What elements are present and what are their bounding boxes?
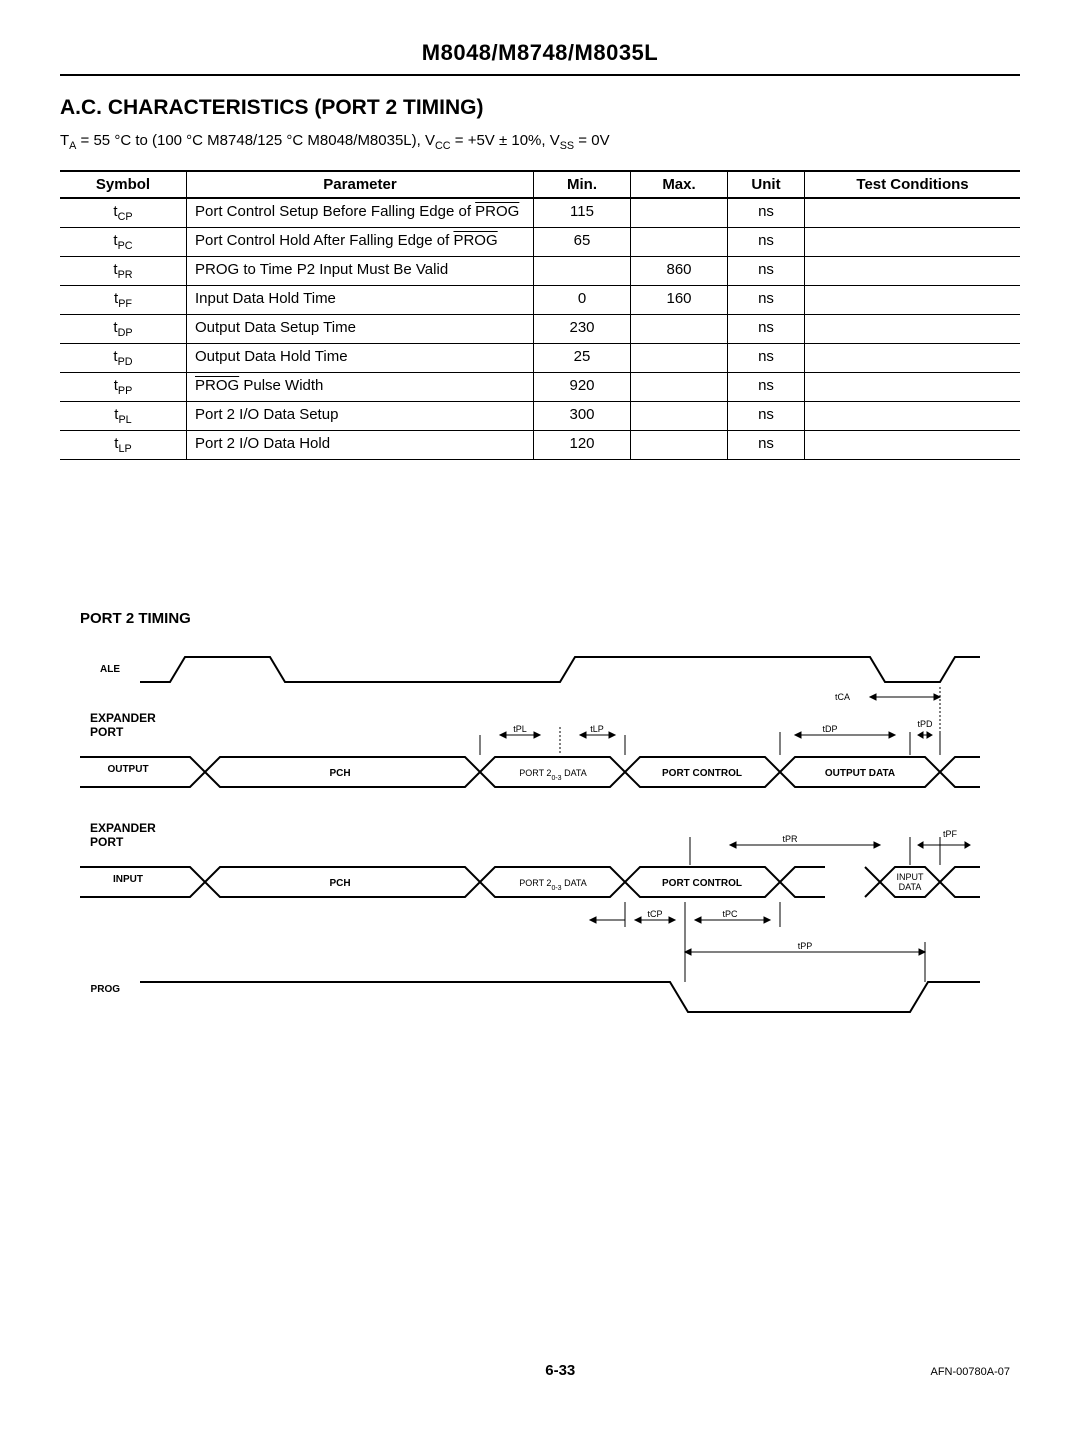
conditions-line: TA = 55 °C to (100 °C M8748/125 °C M8048…	[60, 132, 1020, 152]
section-title: A.C. CHARACTERISTICS (PORT 2 TIMING)	[60, 96, 1020, 120]
col-symbol: Symbol	[60, 171, 187, 198]
table-row: tLPPort 2 I/O Data Hold120ns	[60, 431, 1020, 460]
col-min: Min.	[534, 171, 631, 198]
bus-id-in: INPUT	[897, 872, 925, 882]
bus-port20-in: PORT 20-3 DATA	[519, 878, 586, 892]
divider	[60, 74, 1020, 76]
doc-id: AFN-00780A-07	[931, 1366, 1011, 1378]
bus-port20-out: PORT 20-3 DATA	[519, 768, 586, 782]
label-tcp: tCP	[647, 909, 662, 919]
table-row: tPLPort 2 I/O Data Setup300ns	[60, 402, 1020, 431]
label-expander1b: PORT	[90, 725, 124, 739]
label-tpl: tPL	[513, 724, 527, 734]
bus-pc-out: PORT CONTROL	[662, 768, 742, 779]
col-parameter: Parameter	[187, 171, 534, 198]
table-row: tPFInput Data Hold Time0160ns	[60, 286, 1020, 315]
label-tpc: tPC	[722, 909, 738, 919]
label-prog: PROG	[91, 984, 121, 995]
label-tlp: tLP	[590, 724, 604, 734]
col-max: Max.	[631, 171, 728, 198]
table-row: tPRPROG to Time P2 Input Must Be Valid86…	[60, 257, 1020, 286]
label-tpp: tPP	[798, 941, 813, 951]
col-test: Test Conditions	[805, 171, 1021, 198]
bus-pc-in: PORT CONTROL	[662, 878, 742, 889]
table-row: tPDOutput Data Hold Time25ns	[60, 344, 1020, 373]
label-tca: tCA	[835, 692, 850, 702]
label-input: INPUT	[113, 874, 143, 885]
bus-pch-in: PCH	[329, 878, 350, 889]
table-row: tPPPROG Pulse Width920ns	[60, 373, 1020, 402]
part-title: M8048/M8748/M8035L	[60, 40, 1020, 66]
label-expander2a: EXPANDER	[90, 821, 156, 835]
table-row: tCPPort Control Setup Before Falling Edg…	[60, 198, 1020, 228]
timing-diagram: ALE tCA EXPANDER PORT OUTPUT	[70, 637, 1020, 1042]
label-expander2b: PORT	[90, 835, 124, 849]
page-number: 6-33	[190, 1362, 931, 1379]
label-output: OUTPUT	[107, 764, 148, 775]
bus-od-out: OUTPUT DATA	[825, 768, 895, 779]
table-header-row: Symbol Parameter Min. Max. Unit Test Con…	[60, 171, 1020, 198]
svg-text:DATA: DATA	[899, 882, 922, 892]
label-tpr: tPR	[782, 834, 798, 844]
label-tdp: tDP	[822, 724, 837, 734]
label-tpd: tPD	[917, 719, 933, 729]
label-expander1a: EXPANDER	[90, 711, 156, 725]
table-row: tPCPort Control Hold After Falling Edge …	[60, 228, 1020, 257]
bus-pch-out: PCH	[329, 768, 350, 779]
table-row: tDPOutput Data Setup Time230ns	[60, 315, 1020, 344]
col-unit: Unit	[728, 171, 805, 198]
characteristics-table: Symbol Parameter Min. Max. Unit Test Con…	[60, 170, 1020, 460]
label-tpf: tPF	[943, 829, 958, 839]
diagram-title: PORT 2 TIMING	[80, 610, 1020, 627]
label-ale: ALE	[100, 664, 120, 675]
